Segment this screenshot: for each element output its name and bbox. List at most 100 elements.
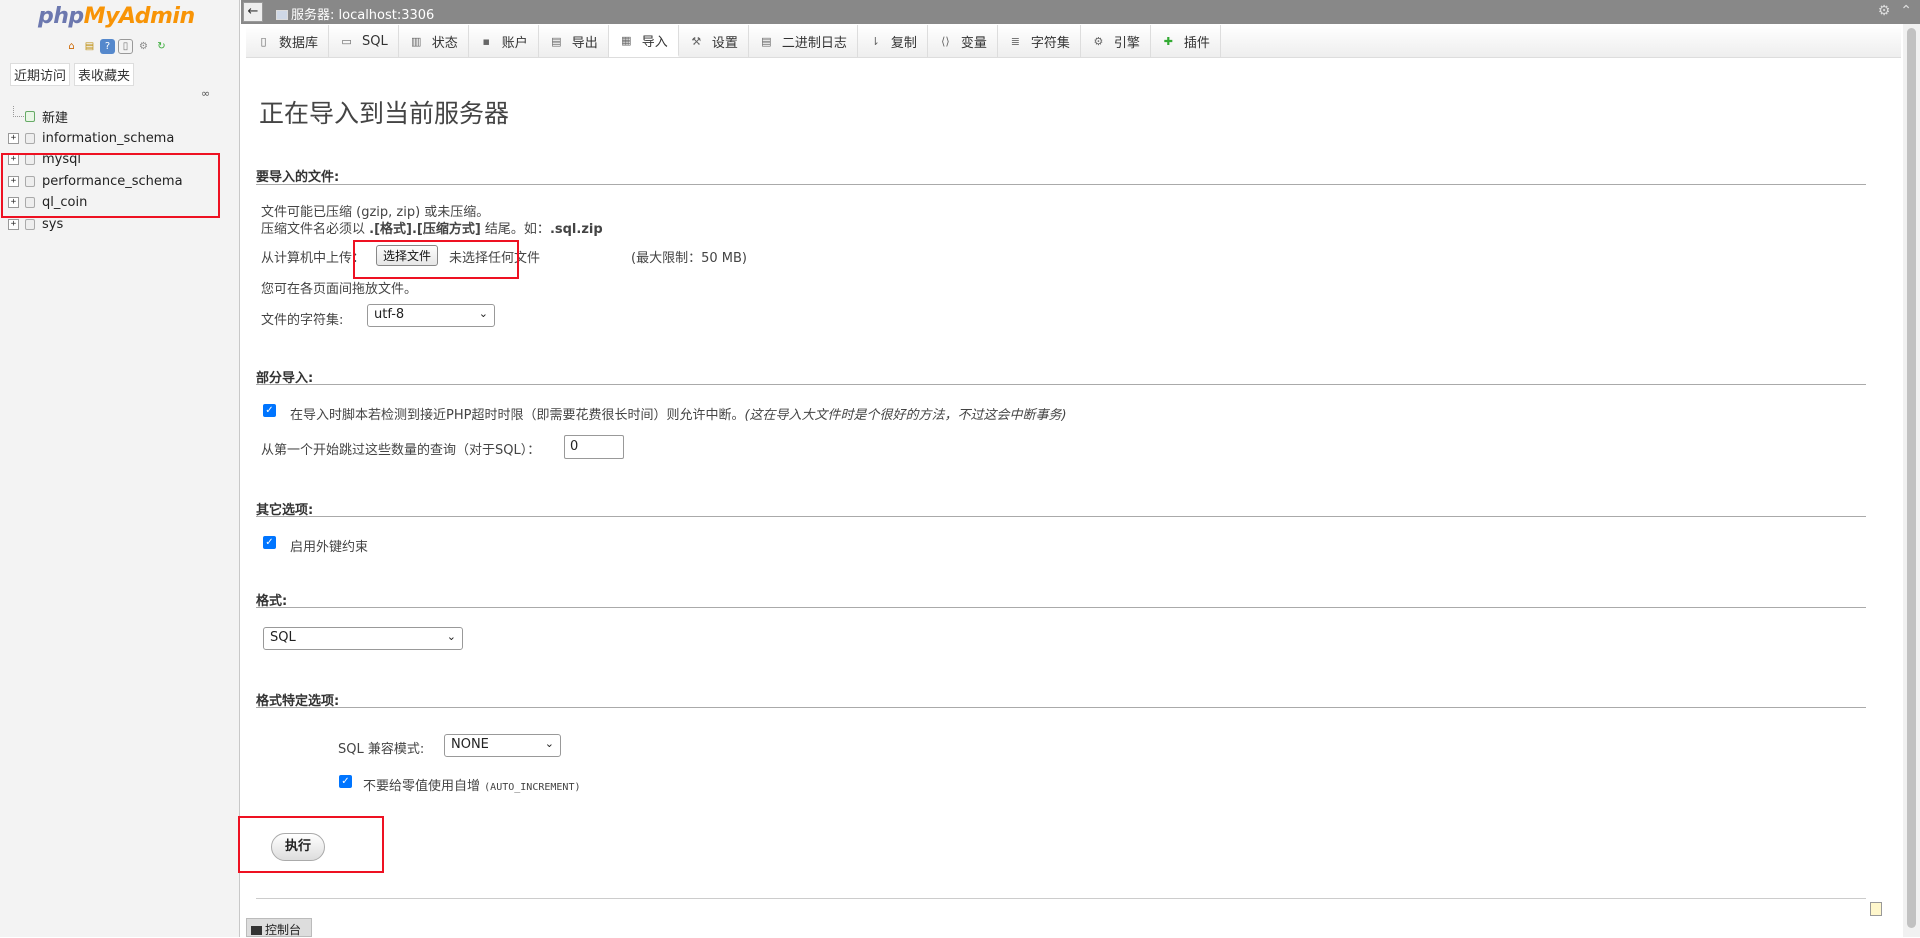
no-auto-value-code: (AUTO_INCREMENT): [484, 782, 581, 793]
tree-item-information-schema[interactable]: + information_schema: [8, 128, 233, 150]
tab-charset[interactable]: ≣ 字符集: [998, 25, 1081, 57]
link-icon[interactable]: ∞: [201, 87, 210, 100]
tab-label: 导入: [641, 34, 668, 50]
server-label-text: 服务器: localhost:3306: [291, 8, 435, 23]
note-icon[interactable]: [1870, 902, 1882, 916]
tree-item-new[interactable]: 新建: [8, 106, 233, 128]
home-icon[interactable]: ⌂: [64, 39, 79, 54]
quick-icons: ⌂ ▤ ? ▯ ⚙ ↻: [64, 39, 169, 54]
execute-button[interactable]: 执行: [271, 833, 325, 861]
top-bar: ← 服务器: localhost:3306 ⚙ ⌃: [241, 0, 1920, 24]
tab-import[interactable]: ▦ 导入: [608, 25, 679, 57]
tab-databases[interactable]: ▯ 数据库: [246, 25, 330, 57]
collapse-nav-button[interactable]: ←: [243, 2, 263, 22]
tab-label: 复制: [890, 35, 917, 51]
tree-item-sys[interactable]: + sys: [8, 214, 233, 236]
tab-variables[interactable]: ⟨⟩ 变量: [928, 25, 998, 57]
expand-icon[interactable]: +: [8, 132, 19, 144]
expand-icon[interactable]: +: [8, 154, 19, 166]
new-database-icon: [25, 111, 35, 123]
foreign-key-checkbox[interactable]: ✓: [263, 536, 276, 549]
engine-icon: ⚙: [1093, 34, 1104, 48]
max-size-text: (最大限制：50 MB): [631, 251, 747, 266]
expand-icon[interactable]: +: [8, 175, 19, 187]
favorites-tab[interactable]: 表收藏夹: [74, 63, 135, 86]
database-tree: 新建 + information_schema + mysql + perfor…: [8, 106, 233, 235]
recent-tab[interactable]: 近期访问: [10, 63, 71, 86]
sql-compat-select[interactable]: NONE ⌄: [444, 734, 561, 757]
filename-note: 压缩文件名必须以 .[格式].[压缩方式] 结尾。如：.sql.zip: [261, 218, 603, 237]
nav-tabs: 近期访问 表收藏夹: [10, 63, 135, 86]
choose-file-button[interactable]: 选择文件: [376, 245, 439, 266]
tab-accounts[interactable]: ▪ 账户: [469, 25, 539, 57]
console-button[interactable]: 控制台: [246, 918, 312, 937]
allow-interrupt-checkbox[interactable]: ✓: [263, 404, 276, 417]
database-icon: [25, 154, 35, 166]
tab-label: SQL: [362, 33, 388, 49]
tab-status[interactable]: ▥ 状态: [399, 25, 469, 57]
format-select-value: SQL: [270, 630, 296, 645]
format-select[interactable]: SQL ⌄: [263, 627, 463, 650]
expand-icon[interactable]: +: [8, 218, 19, 230]
page-scrollbar[interactable]: [1903, 24, 1920, 937]
sql-compat-select-value: NONE: [451, 737, 489, 752]
section-divider: [256, 516, 1866, 517]
tab-label: 数据库: [279, 35, 319, 51]
chevron-down-icon: ⌄: [446, 630, 456, 643]
import-icon: ▦: [621, 33, 632, 47]
accounts-icon: ▪: [482, 34, 490, 48]
settings-gear-icon[interactable]: ⚙: [1878, 3, 1891, 19]
charset-label: 文件的字符集:: [261, 313, 344, 328]
tree-item-mysql[interactable]: + mysql: [8, 149, 233, 171]
gear-icon[interactable]: ⚙: [136, 39, 151, 54]
foreign-key-label[interactable]: 启用外键约束: [290, 536, 368, 555]
database-icon: [25, 132, 35, 144]
section-divider: [256, 707, 1866, 708]
status-icon: ▥: [411, 34, 422, 48]
phpmyadmin-logo[interactable]: phpMyAdmin: [38, 4, 195, 29]
collapse-icon[interactable]: ⌃: [1900, 3, 1912, 19]
scrollbar-thumb[interactable]: [1907, 28, 1916, 928]
expand-icon[interactable]: +: [8, 197, 19, 209]
tree-item-label: information_schema: [42, 130, 175, 146]
chevron-down-icon: ⌄: [478, 307, 488, 320]
tab-label: 账户: [501, 35, 528, 51]
section-divider: [256, 607, 1866, 608]
tree-item-label: mysql: [42, 152, 81, 168]
tree-item-label: sys: [42, 216, 64, 232]
no-auto-value-checkbox[interactable]: ✓: [339, 775, 352, 788]
no-auto-value-text: 不要给零值使用自增: [363, 779, 481, 794]
sql-icon: ▭: [341, 34, 352, 48]
tab-engines[interactable]: ⚙ 引擎: [1081, 25, 1151, 57]
no-file-text: 未选择任何文件: [449, 251, 541, 266]
tab-export[interactable]: ▤ 导出: [539, 25, 609, 57]
tab-settings[interactable]: ⚒ 设置: [679, 25, 749, 57]
skip-queries-label: 从第一个开始跳过这些数量的查询（对于SQL）：: [261, 443, 541, 458]
docs-icon[interactable]: ▯: [118, 39, 133, 54]
tab-replication[interactable]: ⇂ 复制: [858, 25, 928, 57]
breadcrumb[interactable]: 服务器: localhost:3306: [276, 4, 434, 23]
tree-item-performance-schema[interactable]: + performance_schema: [8, 171, 233, 193]
filename-note-mid: 结尾。如：: [480, 222, 550, 237]
help-icon[interactable]: ?: [100, 39, 115, 54]
charset-select[interactable]: utf-8 ⌄: [367, 304, 495, 327]
no-auto-value-label[interactable]: 不要给零值使用自增 (AUTO_INCREMENT): [363, 775, 580, 794]
tab-plugins[interactable]: ✚ 插件: [1151, 25, 1221, 57]
tab-binlog[interactable]: ▤ 二进制日志: [749, 25, 858, 57]
tree-item-label: 新建: [42, 111, 69, 127]
logout-icon[interactable]: ▤: [82, 39, 97, 54]
filename-note-example: .sql.zip: [549, 222, 603, 237]
drag-hint: 您可在各页面间拖放文件。: [261, 282, 418, 297]
tree-item-label: ql_coin: [42, 195, 88, 211]
database-icon: ▯: [260, 34, 267, 48]
database-icon: [25, 218, 35, 230]
skip-queries-input[interactable]: 0: [564, 435, 624, 459]
tree-item-ql-coin[interactable]: + ql_coin: [8, 192, 233, 214]
tab-sql[interactable]: ▭ SQL: [329, 25, 399, 57]
tree-item-label: performance_schema: [42, 173, 183, 189]
tab-label: 字符集: [1030, 35, 1070, 51]
server-icon: [276, 10, 288, 20]
logo-php-text: php: [38, 4, 84, 29]
reload-icon[interactable]: ↻: [154, 39, 169, 54]
allow-interrupt-label[interactable]: 在导入时脚本若检测到接近PHP超时时限（即需要花费很长时间）则允许中断。(这在导…: [290, 404, 1067, 423]
